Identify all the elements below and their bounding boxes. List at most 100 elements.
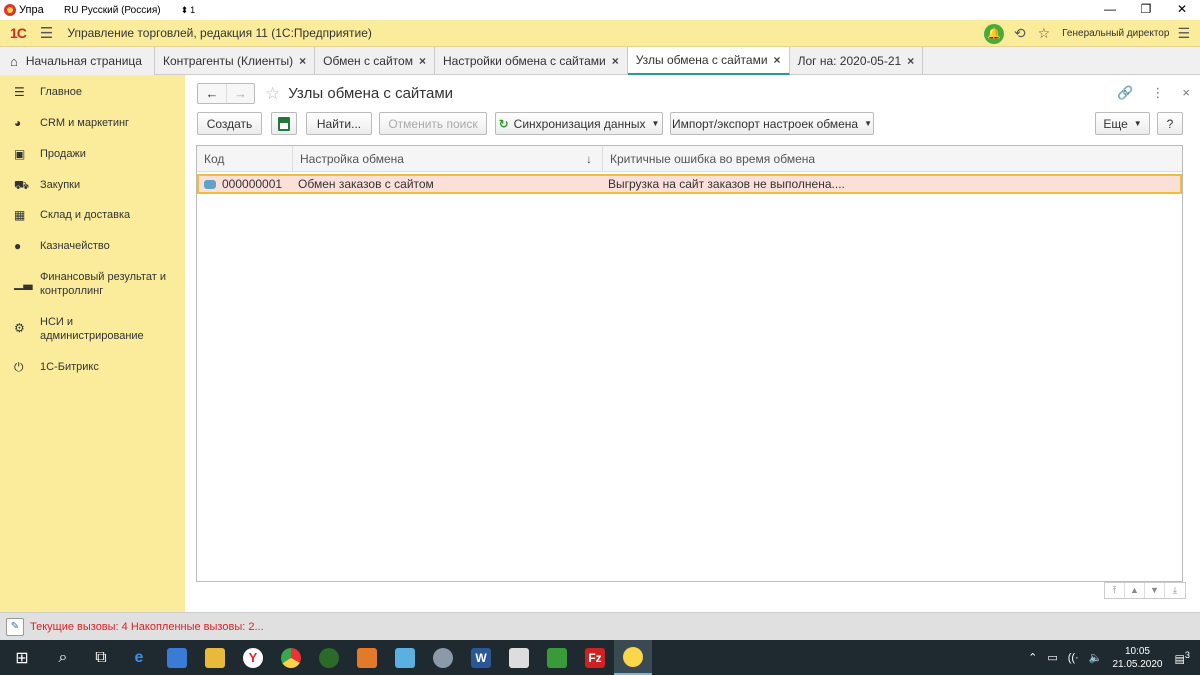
- tab-exchange-nodes[interactable]: Узлы обмена с сайтами ×: [627, 47, 790, 75]
- favorites-star-icon[interactable]: ☆: [1038, 25, 1051, 42]
- calls-status[interactable]: Текущие вызовы: 4 Накопленные вызовы: 2.…: [30, 621, 264, 633]
- sort-desc-icon: ↓: [586, 152, 592, 166]
- close-window-button[interactable]: ✕: [1164, 0, 1200, 20]
- sidebar-item-purchases[interactable]: ⛟ Закупки: [0, 178, 90, 194]
- back-arrow-icon[interactable]: ←: [198, 84, 226, 103]
- window-controls: — ❐ ✕: [1092, 0, 1200, 20]
- close-tab-icon[interactable]: ×: [612, 54, 619, 68]
- close-tab-icon[interactable]: ×: [419, 54, 426, 68]
- taskbar-filezilla[interactable]: Fz: [576, 640, 614, 675]
- close-tab-icon[interactable]: ×: [299, 54, 306, 68]
- bar-chart-icon: ▁▃: [14, 276, 33, 290]
- network-icon[interactable]: ((·: [1068, 652, 1079, 664]
- notification-center-icon[interactable]: ▤3: [1175, 650, 1191, 666]
- more-button[interactable]: Еще ▼: [1095, 112, 1150, 135]
- tab-exchange-settings[interactable]: Настройки обмена с сайтами ×: [435, 47, 628, 75]
- folder-icon: [205, 647, 225, 668]
- import-export-button[interactable]: Импорт/экспорт настроек обмена ▼: [670, 112, 874, 135]
- main-menu-icon[interactable]: ☰: [40, 24, 53, 42]
- task-view-button[interactable]: ⧉: [82, 640, 120, 675]
- exchange-node-icon: [204, 180, 216, 190]
- taskbar-chrome[interactable]: [272, 640, 310, 675]
- sidebar-item-treasury[interactable]: ● Казначейство: [0, 239, 120, 253]
- close-form-icon[interactable]: ×: [1182, 85, 1190, 101]
- list-icon: ☰: [14, 85, 25, 99]
- taskbar-word[interactable]: W: [462, 640, 500, 675]
- more-vertical-icon[interactable]: ⋮: [1151, 85, 1164, 101]
- favorite-star-icon[interactable]: ☆: [265, 84, 280, 104]
- chrome-icon: [281, 647, 301, 668]
- taskbar-app4[interactable]: [386, 640, 424, 675]
- scroll-up-icon[interactable]: ▲: [1125, 583, 1145, 598]
- tray-chevron-icon[interactable]: ⌃: [1028, 651, 1037, 664]
- tab-log[interactable]: Лог на: 2020-05-21 ×: [790, 47, 924, 75]
- create-button[interactable]: Создать: [197, 112, 262, 135]
- history-icon[interactable]: ⟲: [1014, 25, 1026, 42]
- cancel-search-button[interactable]: Отменить поиск: [379, 112, 487, 135]
- sidebar-item-admin[interactable]: ⚙ НСИ и администрирование: [0, 315, 170, 343]
- current-user[interactable]: Генеральный директор: [1062, 28, 1169, 39]
- edge-icon: e: [134, 648, 144, 666]
- nav-buttons: ← →: [197, 83, 255, 104]
- sync-data-button[interactable]: ↻ Синхронизация данных ▼: [495, 112, 663, 135]
- search-button[interactable]: ⌕: [44, 640, 82, 675]
- link-icon[interactable]: 🔗: [1117, 85, 1133, 101]
- battery-icon[interactable]: ▭: [1047, 651, 1057, 664]
- scroll-down-icon[interactable]: ▼: [1145, 583, 1165, 598]
- sidebar-item-warehouse[interactable]: ▦ Склад и доставка: [0, 208, 140, 222]
- task-view-icon: ⧉: [95, 648, 107, 666]
- language-indicator[interactable]: RU Русский (Россия) ⬍ 1: [64, 5, 195, 16]
- close-tab-icon[interactable]: ×: [774, 53, 781, 67]
- taskbar-yandex[interactable]: Y: [234, 640, 272, 675]
- calls-icon[interactable]: ✎: [6, 617, 24, 636]
- close-tab-icon[interactable]: ×: [907, 54, 914, 68]
- sidebar-item-finance[interactable]: ▁▃ Финансовый результат и контроллинг: [0, 270, 185, 298]
- volume-icon[interactable]: 🔈: [1089, 651, 1103, 664]
- taskbar-explorer[interactable]: [196, 640, 234, 675]
- power-icon: ⏻: [14, 360, 24, 374]
- sidebar-item-bitrix[interactable]: ⏻ 1С-Битрикс: [0, 360, 109, 375]
- cart-icon: ⛟: [14, 178, 30, 192]
- clock[interactable]: 10:05 21.05.2020: [1112, 645, 1162, 671]
- app-logo-icon: [4, 4, 16, 16]
- taskbar-app2[interactable]: [310, 640, 348, 675]
- table-row[interactable]: 000000001 Обмен заказов с сайтом Выгрузк…: [197, 174, 1182, 194]
- dropdown-arrow-icon: ▼: [864, 119, 873, 128]
- cell-code: 000000001: [199, 176, 293, 192]
- tab-site-exchange[interactable]: Обмен с сайтом ×: [315, 47, 435, 75]
- dropdown-arrow-icon: ▼: [651, 119, 660, 128]
- taskbar-app3[interactable]: [348, 640, 386, 675]
- header-menu-icon[interactable]: ☰: [1177, 25, 1190, 42]
- excel-button[interactable]: [271, 112, 297, 135]
- start-button[interactable]: ⊞: [0, 640, 44, 675]
- tab-counterparties[interactable]: Контрагенты (Клиенты) ×: [155, 47, 316, 75]
- sidebar-item-sales[interactable]: ▣ Продажи: [0, 147, 96, 161]
- window-app-title: Упра: [0, 4, 52, 16]
- column-header-code[interactable]: Код: [197, 146, 293, 171]
- app-icon: [357, 647, 377, 668]
- app-title: Управление торговлей, редакция 11 (1С:Пр…: [67, 26, 372, 40]
- taskbar-edge[interactable]: e: [120, 640, 158, 675]
- tab-home[interactable]: ⌂ Начальная страница: [0, 47, 155, 75]
- restore-button[interactable]: ❐: [1128, 0, 1164, 20]
- sidebar-item-crm[interactable]: ◕ CRM и маркетинг: [0, 116, 139, 130]
- taskbar-app[interactable]: [158, 640, 196, 675]
- sidebar-item-main[interactable]: ☰ Главное: [0, 85, 92, 99]
- scroll-first-icon[interactable]: ⤒: [1105, 583, 1125, 598]
- app-icon: [547, 647, 567, 668]
- column-header-setting[interactable]: Настройка обмена ↓: [293, 146, 603, 171]
- column-header-error[interactable]: Критичные ошибка во время обмена: [603, 146, 1182, 171]
- notification-bell-icon[interactable]: 🔔: [983, 23, 1004, 44]
- taskbar-app5[interactable]: [424, 640, 462, 675]
- taskbar-1c[interactable]: [614, 640, 652, 675]
- taskbar-calculator[interactable]: [500, 640, 538, 675]
- find-button[interactable]: Найти...: [306, 112, 372, 135]
- minimize-button[interactable]: —: [1092, 0, 1128, 20]
- scroll-last-icon[interactable]: ⤓: [1165, 583, 1185, 598]
- pie-icon: ◕: [14, 116, 22, 130]
- dropdown-arrow-icon: ▼: [1133, 119, 1142, 128]
- sidebar: ☰ Главное ◕ CRM и маркетинг ▣ Продажи ⛟ …: [0, 75, 185, 612]
- help-button[interactable]: ?: [1157, 112, 1183, 135]
- forward-arrow-icon[interactable]: →: [226, 84, 254, 103]
- taskbar-app6[interactable]: [538, 640, 576, 675]
